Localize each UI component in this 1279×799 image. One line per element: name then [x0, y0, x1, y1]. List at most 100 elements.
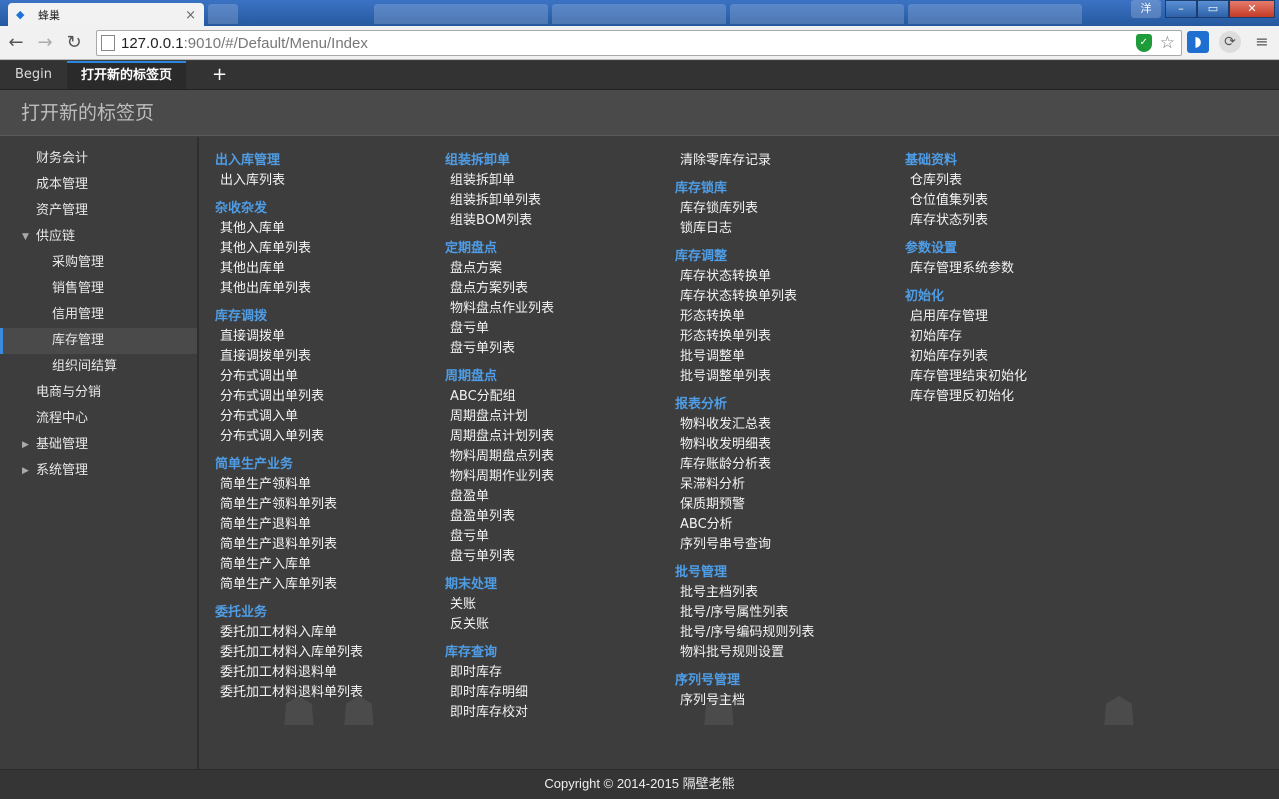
menu-link[interactable]: 简单生产领料单 — [215, 475, 445, 495]
menu-link[interactable]: 初始库存列表 — [905, 347, 1135, 367]
menu-link[interactable]: ABC分配组 — [445, 387, 675, 407]
sidebar-item-settlement[interactable]: 组织间结算 — [0, 354, 197, 380]
sidebar-item-sales[interactable]: 销售管理 — [0, 276, 197, 302]
sidebar-item-system[interactable]: ▶ 系统管理 — [0, 458, 197, 484]
menu-link[interactable]: 分布式调入单列表 — [215, 427, 445, 447]
sidebar-item-assets[interactable]: 资产管理 — [0, 198, 197, 224]
menu-link[interactable]: 即时库存 — [445, 663, 675, 683]
menu-link[interactable]: 初始库存 — [905, 327, 1135, 347]
menu-link[interactable]: 物料批号规则设置 — [675, 643, 905, 663]
menu-link[interactable]: 序列号串号查询 — [675, 535, 905, 555]
menu-link[interactable]: 其他入库单列表 — [215, 239, 445, 259]
background-tab[interactable] — [908, 4, 1082, 24]
menu-link[interactable]: 库存锁库列表 — [675, 199, 905, 219]
menu-link[interactable]: 其他入库单 — [215, 219, 445, 239]
menu-link[interactable]: 库存账龄分析表 — [675, 455, 905, 475]
sidebar-item-workflow[interactable]: 流程中心 — [0, 406, 197, 432]
menu-link[interactable]: 形态转换单 — [675, 307, 905, 327]
close-tab-icon[interactable]: × — [185, 8, 196, 23]
menu-link[interactable]: 呆滞料分析 — [675, 475, 905, 495]
menu-link[interactable]: 简单生产入库单列表 — [215, 575, 445, 595]
sidebar-item-credit[interactable]: 信用管理 — [0, 302, 197, 328]
menu-link[interactable]: 盘亏单 — [445, 527, 675, 547]
menu-link[interactable]: 仓位值集列表 — [905, 191, 1135, 211]
menu-link[interactable]: 库存管理结束初始化 — [905, 367, 1135, 387]
menu-link[interactable]: 盘亏单列表 — [445, 339, 675, 359]
menu-link[interactable]: 清除零库存记录 — [675, 151, 905, 171]
minimize-button[interactable]: – — [1165, 0, 1197, 18]
menu-link[interactable]: 物料收发汇总表 — [675, 415, 905, 435]
sync-icon[interactable]: ⟳ — [1219, 31, 1241, 53]
menu-link[interactable]: 直接调拨单列表 — [215, 347, 445, 367]
menu-link[interactable]: 批号主档列表 — [675, 583, 905, 603]
new-tab-button[interactable] — [208, 4, 238, 24]
menu-link[interactable]: 批号/序号编码规则列表 — [675, 623, 905, 643]
menu-link[interactable]: 启用库存管理 — [905, 307, 1135, 327]
tab-begin[interactable]: Begin — [0, 61, 67, 89]
menu-link[interactable]: 简单生产退料单列表 — [215, 535, 445, 555]
address-bar[interactable]: 127.0.0.1:9010/#/Default/Menu/Index ✓ ☆ — [96, 30, 1182, 56]
menu-link[interactable]: 分布式调入单 — [215, 407, 445, 427]
menu-link[interactable]: 盘点方案列表 — [445, 279, 675, 299]
menu-link[interactable]: 分布式调出单列表 — [215, 387, 445, 407]
tab-new-tab-page[interactable]: 打开新的标签页 — [67, 61, 187, 89]
menu-link[interactable]: 库存状态转换单列表 — [675, 287, 905, 307]
menu-link[interactable]: 周期盘点计划列表 — [445, 427, 675, 447]
menu-link[interactable]: 盘亏单 — [445, 319, 675, 339]
sidebar-item-purchase[interactable]: 采购管理 — [0, 250, 197, 276]
menu-link[interactable]: 出入库列表 — [215, 171, 445, 191]
menu-link[interactable]: 即时库存明细 — [445, 683, 675, 703]
menu-link[interactable]: 组装拆卸单列表 — [445, 191, 675, 211]
back-arrow-icon[interactable]: ← — [3, 30, 29, 56]
menu-link[interactable]: 物料周期作业列表 — [445, 467, 675, 487]
menu-link[interactable]: 批号调整单列表 — [675, 367, 905, 387]
background-tab[interactable] — [730, 4, 904, 24]
user-profile-badge[interactable]: 洋 — [1131, 0, 1161, 18]
star-icon[interactable]: ☆ — [1160, 34, 1175, 52]
close-window-button[interactable]: ✕ — [1229, 0, 1275, 18]
menu-link[interactable]: 库存管理反初始化 — [905, 387, 1135, 407]
browser-tab[interactable]: ◆ 蜂巢 × — [8, 3, 204, 27]
url-text[interactable]: 127.0.0.1:9010/#/Default/Menu/Index — [121, 35, 368, 52]
menu-link[interactable]: 委托加工材料入库单列表 — [215, 643, 445, 663]
reload-icon[interactable]: ↻ — [61, 30, 87, 56]
menu-link[interactable]: 反关账 — [445, 615, 675, 635]
menu-link[interactable]: 仓库列表 — [905, 171, 1135, 191]
menu-link[interactable]: 物料盘点作业列表 — [445, 299, 675, 319]
maximize-button[interactable]: ▭ — [1197, 0, 1229, 18]
background-tab[interactable] — [552, 4, 726, 24]
menu-link[interactable]: 其他出库单 — [215, 259, 445, 279]
menu-link[interactable]: 委托加工材料入库单 — [215, 623, 445, 643]
menu-link[interactable]: 形态转换单列表 — [675, 327, 905, 347]
forward-arrow-icon[interactable]: → — [32, 30, 58, 56]
menu-link[interactable]: 保质期预警 — [675, 495, 905, 515]
menu-link[interactable]: 盘盈单 — [445, 487, 675, 507]
menu-link[interactable]: ABC分析 — [675, 515, 905, 535]
menu-link[interactable]: 关账 — [445, 595, 675, 615]
background-tab[interactable] — [374, 4, 548, 24]
menu-link[interactable]: 简单生产退料单 — [215, 515, 445, 535]
menu-link[interactable]: 批号/序号属性列表 — [675, 603, 905, 623]
sidebar-item-supply-chain[interactable]: ▼ 供应链 — [0, 224, 197, 250]
extension-icon[interactable]: ◗ — [1187, 31, 1209, 53]
sidebar-item-cost[interactable]: 成本管理 — [0, 172, 197, 198]
sidebar-item-ecommerce[interactable]: 电商与分销 — [0, 380, 197, 406]
sidebar-item-basic[interactable]: ▶ 基础管理 — [0, 432, 197, 458]
sidebar-item-inventory[interactable]: 库存管理 — [0, 328, 197, 354]
menu-link[interactable]: 委托加工材料退料单列表 — [215, 683, 445, 703]
menu-link[interactable]: 盘盈单列表 — [445, 507, 675, 527]
menu-icon[interactable]: ≡ — [1251, 31, 1273, 53]
menu-link[interactable]: 库存管理系统参数 — [905, 259, 1135, 279]
menu-link[interactable]: 分布式调出单 — [215, 367, 445, 387]
menu-link[interactable]: 简单生产入库单 — [215, 555, 445, 575]
menu-link[interactable]: 简单生产领料单列表 — [215, 495, 445, 515]
menu-link[interactable]: 周期盘点计划 — [445, 407, 675, 427]
menu-link[interactable]: 序列号主档 — [675, 691, 905, 711]
menu-link[interactable]: 委托加工材料退料单 — [215, 663, 445, 683]
menu-link[interactable]: 批号调整单 — [675, 347, 905, 367]
menu-link[interactable]: 物料周期盘点列表 — [445, 447, 675, 467]
menu-link[interactable]: 锁库日志 — [675, 219, 905, 239]
menu-link[interactable]: 组装BOM列表 — [445, 211, 675, 231]
menu-link[interactable]: 盘点方案 — [445, 259, 675, 279]
menu-link[interactable]: 库存状态列表 — [905, 211, 1135, 231]
